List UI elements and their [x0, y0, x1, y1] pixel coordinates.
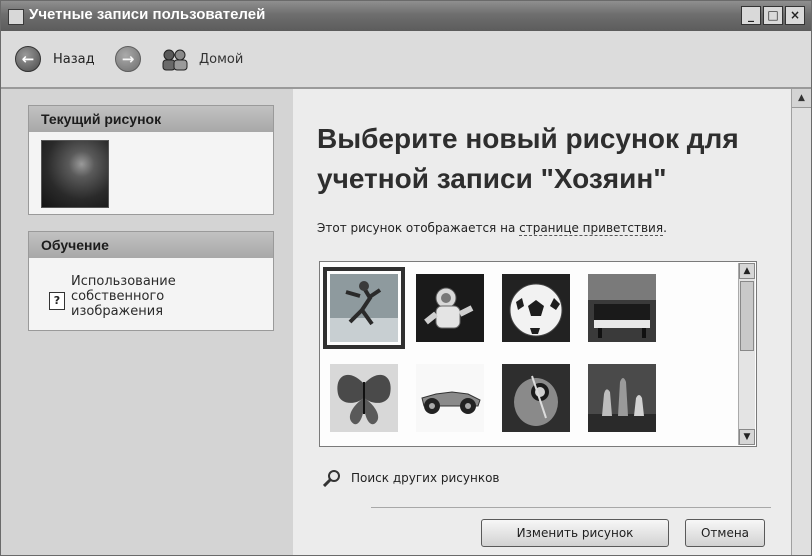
- picture-soccer-ball[interactable]: [502, 274, 570, 342]
- welcome-screen-link[interactable]: странице приветствия: [519, 221, 664, 236]
- picture-list[interactable]: ▲ ▼: [319, 261, 757, 447]
- description-suffix: .: [663, 221, 667, 235]
- user-accounts-icon: [8, 9, 24, 25]
- page-description: Этот рисунок отображается на странице пр…: [317, 221, 667, 236]
- back-label[interactable]: Назад: [53, 52, 95, 67]
- scroll-thumb[interactable]: [740, 281, 754, 351]
- cancel-button[interactable]: Отмена: [685, 519, 765, 547]
- picture-guitar[interactable]: [502, 364, 570, 432]
- picture-piano[interactable]: [588, 274, 656, 342]
- learn-panel: Обучение ? Использование собственного из…: [28, 231, 274, 331]
- description-prefix: Этот рисунок отображается на: [317, 221, 520, 235]
- minimize-button[interactable]: _: [741, 6, 761, 25]
- navigation-toolbar: ← Назад → Домой: [1, 31, 811, 89]
- users-home-icon[interactable]: [161, 49, 189, 71]
- forward-button[interactable]: →: [115, 46, 141, 72]
- picture-skater[interactable]: [323, 267, 405, 349]
- scroll-down-button[interactable]: ▼: [739, 429, 755, 445]
- arrow-left-icon: ←: [21, 50, 35, 68]
- title-bar[interactable]: Учетные записи пользователей _ □ ×: [1, 1, 811, 31]
- back-button[interactable]: ←: [15, 46, 41, 72]
- current-picture-heading: Текущий рисунок: [29, 106, 273, 132]
- change-picture-button[interactable]: Изменить рисунок: [481, 519, 669, 547]
- help-link-label[interactable]: Использование собственного изображения: [71, 274, 251, 319]
- picture-chess[interactable]: [588, 364, 656, 432]
- divider: [371, 507, 771, 508]
- browse-pictures-link[interactable]: Поиск других рисунков: [323, 467, 563, 489]
- picture-race-car[interactable]: [416, 364, 484, 432]
- browse-pictures-label[interactable]: Поиск других рисунков: [351, 471, 499, 485]
- page-title: Выберите новый рисунок для учетной запис…: [317, 123, 739, 194]
- learn-heading: Обучение: [29, 232, 273, 258]
- page-scroll-up-button[interactable]: ▲: [792, 89, 811, 108]
- scroll-up-button[interactable]: ▲: [739, 263, 755, 279]
- page-scrollbar[interactable]: ▲: [791, 89, 811, 555]
- arrow-right-icon: →: [121, 50, 135, 68]
- window-title: Учетные записи пользователей: [29, 6, 266, 23]
- current-picture-panel: Текущий рисунок: [28, 105, 274, 215]
- magnifier-icon: [323, 470, 340, 487]
- user-accounts-window: Учетные записи пользователей _ □ × ← Наз…: [0, 0, 812, 556]
- maximize-button[interactable]: □: [763, 6, 783, 25]
- help-icon: ?: [49, 292, 65, 310]
- current-avatar-image: [41, 140, 109, 208]
- picture-butterfly[interactable]: [330, 364, 398, 432]
- picture-list-scrollbar[interactable]: ▲ ▼: [738, 263, 755, 445]
- picture-astronaut[interactable]: [416, 274, 484, 342]
- home-label[interactable]: Домой: [199, 52, 243, 67]
- close-button[interactable]: ×: [785, 6, 805, 25]
